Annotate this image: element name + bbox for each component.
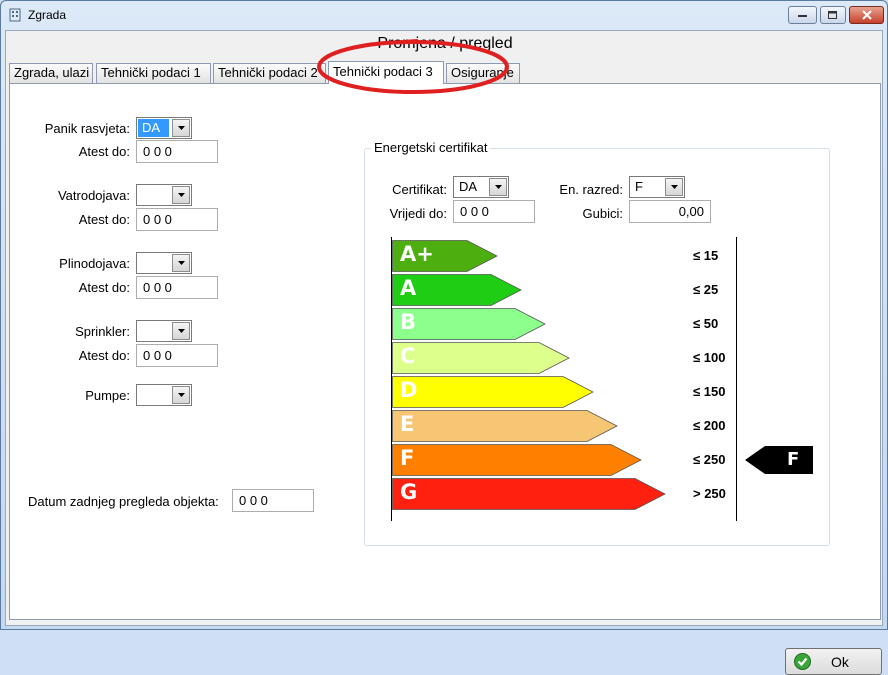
gubici-field[interactable]: 0,00 bbox=[629, 200, 711, 223]
pumpe-select[interactable] bbox=[136, 384, 192, 406]
energy-band-letter: B bbox=[400, 310, 417, 334]
plinodojava-atest-do-field[interactable]: 0 0 0 bbox=[136, 276, 218, 299]
plinodojava-value bbox=[138, 254, 146, 272]
certifikat-label: Certifikat: bbox=[392, 182, 447, 197]
dropdown-button[interactable] bbox=[172, 386, 190, 404]
datum-pregleda-field[interactable]: 0 0 0 bbox=[232, 489, 314, 512]
form-client-area: Promjena / pregled Zgrada, ulazi Tehničk… bbox=[5, 30, 883, 675]
tab-tehnicki-podaci-2[interactable]: Tehnički podaci 2 bbox=[213, 63, 326, 83]
energy-band-limit: ≤ 100 bbox=[693, 350, 726, 365]
energy-band-limit: > 250 bbox=[693, 486, 726, 501]
dropdown-button[interactable] bbox=[172, 254, 190, 272]
energy-band-limit: ≤ 150 bbox=[693, 384, 726, 399]
vatrodojava-atest-do-field[interactable]: 0 0 0 bbox=[136, 208, 218, 231]
energy-band-limit: ≤ 250 bbox=[693, 452, 726, 467]
group-legend: Energetski certifikat bbox=[371, 140, 491, 155]
tab-tehnicki-podaci-3[interactable]: Tehnički podaci 3 bbox=[328, 61, 444, 84]
scale-right-line bbox=[736, 237, 737, 521]
energy-band-limit: ≤ 50 bbox=[693, 316, 719, 331]
energy-band-letter: F bbox=[400, 446, 415, 470]
atest-do-label: Atest do: bbox=[78, 212, 130, 227]
ok-label: Ok bbox=[831, 654, 849, 670]
dropdown-button[interactable] bbox=[172, 186, 190, 204]
pumpe-label: Pumpe: bbox=[85, 388, 130, 403]
energy-band-letter: E bbox=[400, 412, 415, 436]
close-button[interactable] bbox=[849, 6, 884, 24]
tab-osiguranje[interactable]: Osiguranje bbox=[446, 63, 520, 83]
energy-band-e bbox=[392, 410, 618, 442]
chevron-down-icon bbox=[670, 185, 678, 189]
energy-band-letter: A bbox=[400, 276, 417, 300]
tab-panel-tehnicki-podaci-3: Panik rasvjeta: DA Atest do: 0 0 0 Vatro… bbox=[9, 83, 882, 675]
chevron-down-icon bbox=[494, 185, 502, 189]
energetski-certifikat-group: Energetski certifikat Certifikat: DA Vri… bbox=[364, 140, 830, 546]
certifikat-value: DA bbox=[459, 179, 478, 194]
energy-band-c bbox=[392, 342, 570, 374]
plinodojava-select[interactable] bbox=[136, 252, 192, 274]
minimize-button[interactable] bbox=[788, 6, 817, 24]
dropdown-button[interactable] bbox=[665, 178, 683, 196]
en-razred-select[interactable]: F bbox=[629, 176, 685, 198]
datum-pregleda-label: Datum zadnjeg pregleda objekta: bbox=[28, 494, 219, 509]
vatrodojava-value bbox=[138, 186, 146, 204]
sprinkler-label: Sprinkler: bbox=[75, 324, 130, 339]
minimize-icon bbox=[797, 15, 807, 17]
atest-do-label: Atest do: bbox=[78, 348, 130, 363]
en-razred-value: F bbox=[635, 179, 643, 194]
energy-band-g bbox=[392, 478, 666, 510]
panik-rasvjeta-value: DA bbox=[138, 119, 169, 137]
form-header: Promjena / pregled bbox=[377, 35, 513, 52]
tab-zgrada-ulazi[interactable]: Zgrada, ulazi bbox=[9, 63, 93, 83]
energy-class-scale: A+ ≤ 15 A ≤ 25 B ≤ 50 C ≤ 100 D ≤ 150 E ≤ 200 F ≤ 250… bbox=[383, 237, 813, 527]
energy-band-d bbox=[392, 376, 594, 408]
maximize-button[interactable] bbox=[820, 6, 846, 24]
energy-band-limit: ≤ 25 bbox=[693, 282, 719, 297]
sprinkler-select[interactable] bbox=[136, 320, 192, 342]
plinodojava-label: Plinodojava: bbox=[59, 256, 130, 271]
current-class-letter: F bbox=[787, 449, 800, 470]
chevron-down-icon bbox=[177, 329, 185, 333]
energy-band-letter: G bbox=[400, 480, 418, 504]
energy-band-letter: C bbox=[400, 344, 416, 368]
vrijedi-do-field[interactable]: 0 0 0 bbox=[453, 200, 535, 223]
panik-rasvjeta-select[interactable]: DA bbox=[136, 117, 192, 139]
vatrodojava-label: Vatrodojava: bbox=[57, 188, 130, 203]
app-window: Zgrada Promjena / pregled Zgrada, ulazi … bbox=[0, 0, 888, 675]
energy-band-letter: D bbox=[400, 378, 418, 402]
sprinkler-atest-do-field[interactable]: 0 0 0 bbox=[136, 344, 218, 367]
panik-atest-do-field[interactable]: 0 0 0 bbox=[136, 140, 218, 163]
vrijedi-do-label: Vrijedi do: bbox=[389, 206, 447, 221]
energy-band-f bbox=[392, 444, 642, 476]
window-title: Zgrada bbox=[28, 8, 67, 22]
panik-rasvjeta-label: Panik rasvjeta: bbox=[44, 121, 130, 136]
maximize-icon bbox=[828, 10, 837, 19]
dropdown-button[interactable] bbox=[172, 322, 190, 340]
pumpe-value bbox=[138, 386, 146, 404]
certifikat-select[interactable]: DA bbox=[453, 176, 509, 198]
vatrodojava-select[interactable] bbox=[136, 184, 192, 206]
chevron-down-icon bbox=[177, 393, 185, 397]
en-razred-label: En. razred: bbox=[559, 182, 623, 197]
title-bar[interactable]: Zgrada bbox=[1, 1, 887, 29]
chevron-down-icon bbox=[177, 193, 185, 197]
energy-band-letter: A+ bbox=[400, 242, 434, 266]
close-icon bbox=[861, 10, 872, 20]
sprinkler-value bbox=[138, 322, 146, 340]
chevron-down-icon bbox=[177, 261, 185, 265]
current-class-indicator bbox=[745, 446, 813, 474]
ok-button[interactable]: Ok bbox=[785, 648, 882, 675]
check-icon bbox=[794, 653, 811, 670]
atest-do-label: Atest do: bbox=[78, 280, 130, 295]
atest-do-label: Atest do: bbox=[78, 144, 130, 159]
dropdown-button[interactable] bbox=[489, 178, 507, 196]
energy-band-limit: ≤ 15 bbox=[693, 248, 719, 263]
dropdown-button[interactable] bbox=[172, 119, 190, 137]
gubici-label: Gubici: bbox=[582, 206, 623, 221]
energy-band-limit: ≤ 200 bbox=[693, 418, 726, 433]
building-icon bbox=[9, 8, 21, 22]
tab-tehnicki-podaci-1[interactable]: Tehnički podaci 1 bbox=[96, 63, 211, 83]
chevron-down-icon bbox=[177, 126, 185, 130]
